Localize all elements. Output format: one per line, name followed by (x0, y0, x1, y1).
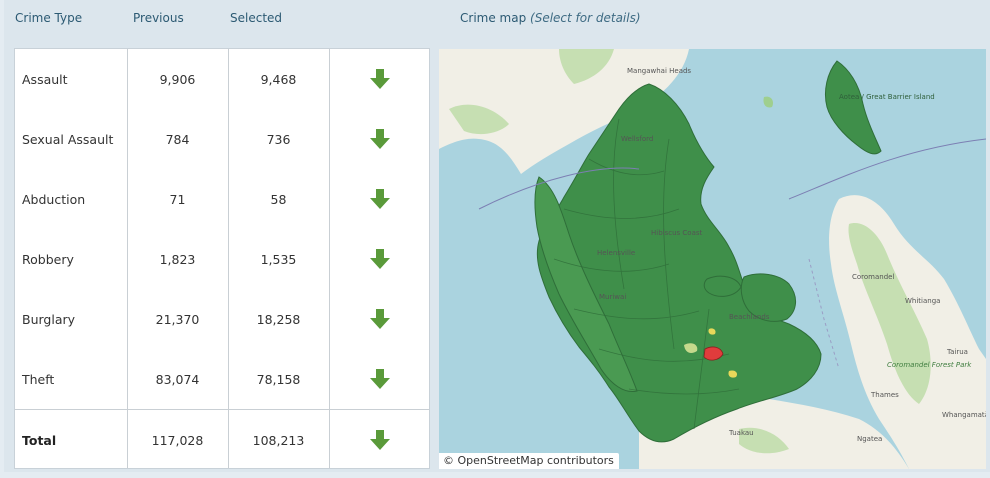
place-label: Muriwai (599, 293, 626, 301)
map-attribution[interactable]: © OpenStreetMap contributors (439, 453, 619, 469)
down-arrow-icon (329, 410, 430, 470)
table-row[interactable]: Burglary 21,370 18,258 (15, 289, 429, 349)
total-row[interactable]: Total 117,028 108,213 (15, 410, 429, 470)
total-selected: 108,213 (252, 432, 305, 448)
down-arrow-icon (329, 289, 430, 349)
crime-type-cell: Burglary (22, 311, 76, 327)
table-row[interactable]: Robbery 1,823 1,535 (15, 229, 429, 289)
previous-cell: 1,823 (159, 251, 196, 267)
total-previous: 117,028 (151, 432, 204, 448)
down-arrow-icon (329, 229, 430, 289)
table-row[interactable]: Abduction 71 58 (15, 169, 429, 229)
place-label: Wellsford (621, 135, 653, 143)
map-title: Crime map (460, 11, 527, 25)
down-arrow-icon (329, 109, 430, 169)
previous-cell: 9,906 (159, 71, 196, 87)
table-row[interactable]: Theft 83,074 78,158 (15, 349, 429, 409)
header-selected: Selected (230, 11, 283, 25)
previous-cell: 784 (165, 131, 190, 147)
previous-cell: 83,074 (155, 371, 200, 387)
place-label: Beachlands (729, 313, 770, 321)
selected-cell: 18,258 (256, 311, 301, 327)
place-label: Whitianga (905, 297, 940, 305)
crime-type-cell: Abduction (22, 191, 86, 207)
place-label: Thames (870, 391, 899, 399)
crime-table: Assault 9,906 9,468 Sexual Assault 784 7… (14, 48, 430, 469)
place-label: Hibiscus Coast (651, 229, 703, 237)
previous-cell: 21,370 (155, 311, 200, 327)
place-label: Whangamatā (942, 411, 986, 419)
crime-type-cell: Assault (22, 71, 68, 87)
map-hint: (Select for details) (530, 11, 641, 25)
map-header: Crime map (Select for details) (460, 11, 641, 25)
map-canvas[interactable]: Mangawhai Heads Wellsford Hibiscus Coast… (439, 49, 986, 469)
place-label: Tuakau (728, 429, 754, 437)
selected-cell: 1,535 (260, 251, 297, 267)
selected-cell: 736 (266, 131, 291, 147)
place-label: Coromandel (852, 273, 894, 281)
crime-type-cell: Sexual Assault (22, 131, 114, 147)
header-crime-type: Crime Type (15, 11, 83, 25)
table-row[interactable]: Sexual Assault 784 736 (15, 109, 429, 169)
total-label: Total (22, 432, 57, 448)
crime-type-cell: Robbery (22, 251, 74, 267)
place-label: Aotea / Great Barrier Island (839, 93, 935, 101)
down-arrow-icon (329, 169, 430, 229)
previous-cell: 71 (169, 191, 186, 207)
selected-cell: 58 (270, 191, 287, 207)
place-label: Coromandel Forest Park (887, 361, 972, 369)
selected-cell: 78,158 (256, 371, 301, 387)
place-label: Ngatea (857, 435, 882, 443)
header-previous: Previous (133, 11, 184, 25)
down-arrow-icon (329, 349, 430, 409)
crime-type-cell: Theft (22, 371, 55, 387)
place-label: Helensville (597, 249, 635, 257)
crime-map[interactable]: Mangawhai Heads Wellsford Hibiscus Coast… (439, 49, 986, 469)
place-label: Mangawhai Heads (627, 67, 691, 75)
down-arrow-icon (329, 49, 430, 109)
place-label: Tairua (946, 348, 968, 356)
selected-cell: 9,468 (260, 71, 297, 87)
table-row[interactable]: Assault 9,906 9,468 (15, 49, 429, 109)
